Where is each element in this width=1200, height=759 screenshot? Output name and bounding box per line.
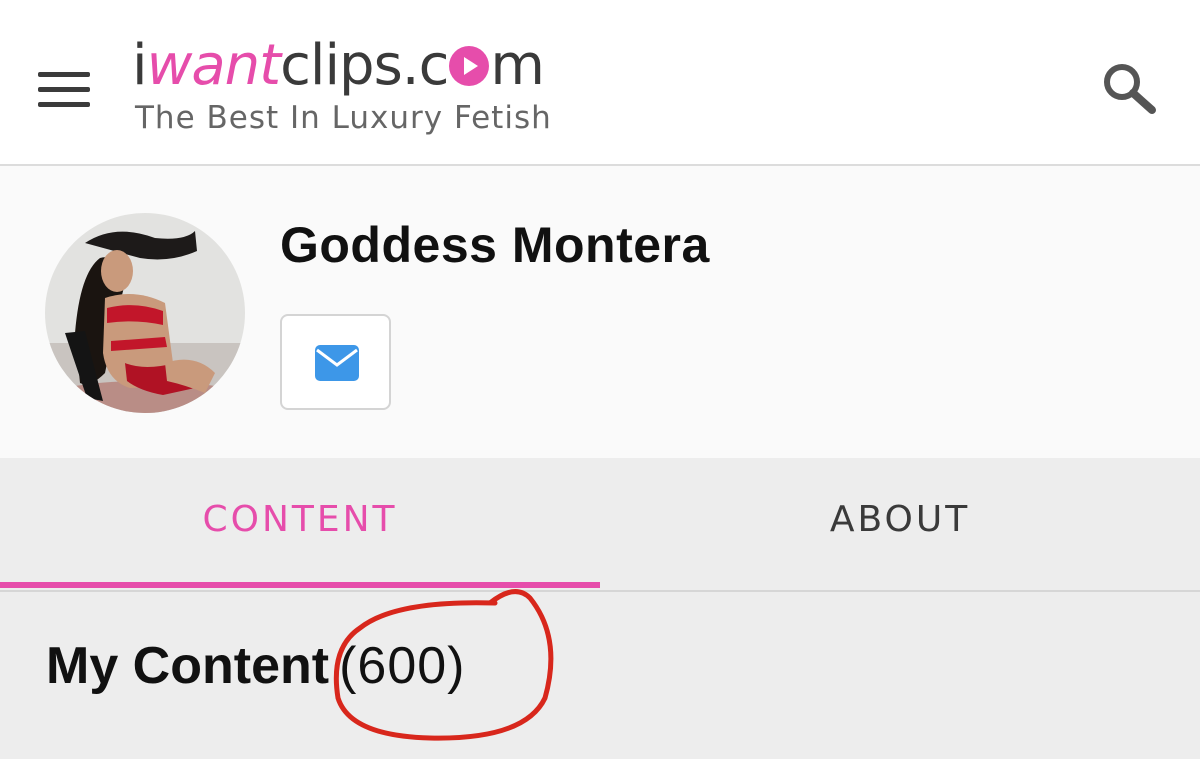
site-tagline: The Best In Luxury Fetish (135, 100, 552, 136)
profile-name: Goddess Montera (280, 217, 710, 273)
site-header: iwantclips.c m The Best In Luxury Fetish (0, 0, 1200, 166)
logo-text-part: i (132, 33, 148, 98)
logo-text-part: clips.c (280, 33, 449, 98)
logo-text-part: m (490, 33, 545, 98)
search-icon[interactable] (1100, 60, 1160, 116)
profile-tabs: CONTENT ABOUT (0, 458, 1200, 592)
message-button[interactable] (280, 314, 391, 410)
hamburger-menu-icon[interactable] (38, 72, 92, 112)
envelope-icon (315, 345, 359, 381)
avatar[interactable] (45, 213, 245, 413)
site-logo[interactable]: iwantclips.c m (132, 26, 545, 106)
tab-about[interactable]: ABOUT (600, 458, 1200, 588)
profile-section: Goddess Montera (0, 166, 1200, 458)
logo-play-icon (449, 46, 490, 86)
red-circle-annotation (333, 589, 554, 741)
tab-content[interactable]: CONTENT (0, 458, 600, 588)
content-heading-label: My Content (46, 637, 330, 695)
logo-text-accent: want (146, 33, 282, 98)
